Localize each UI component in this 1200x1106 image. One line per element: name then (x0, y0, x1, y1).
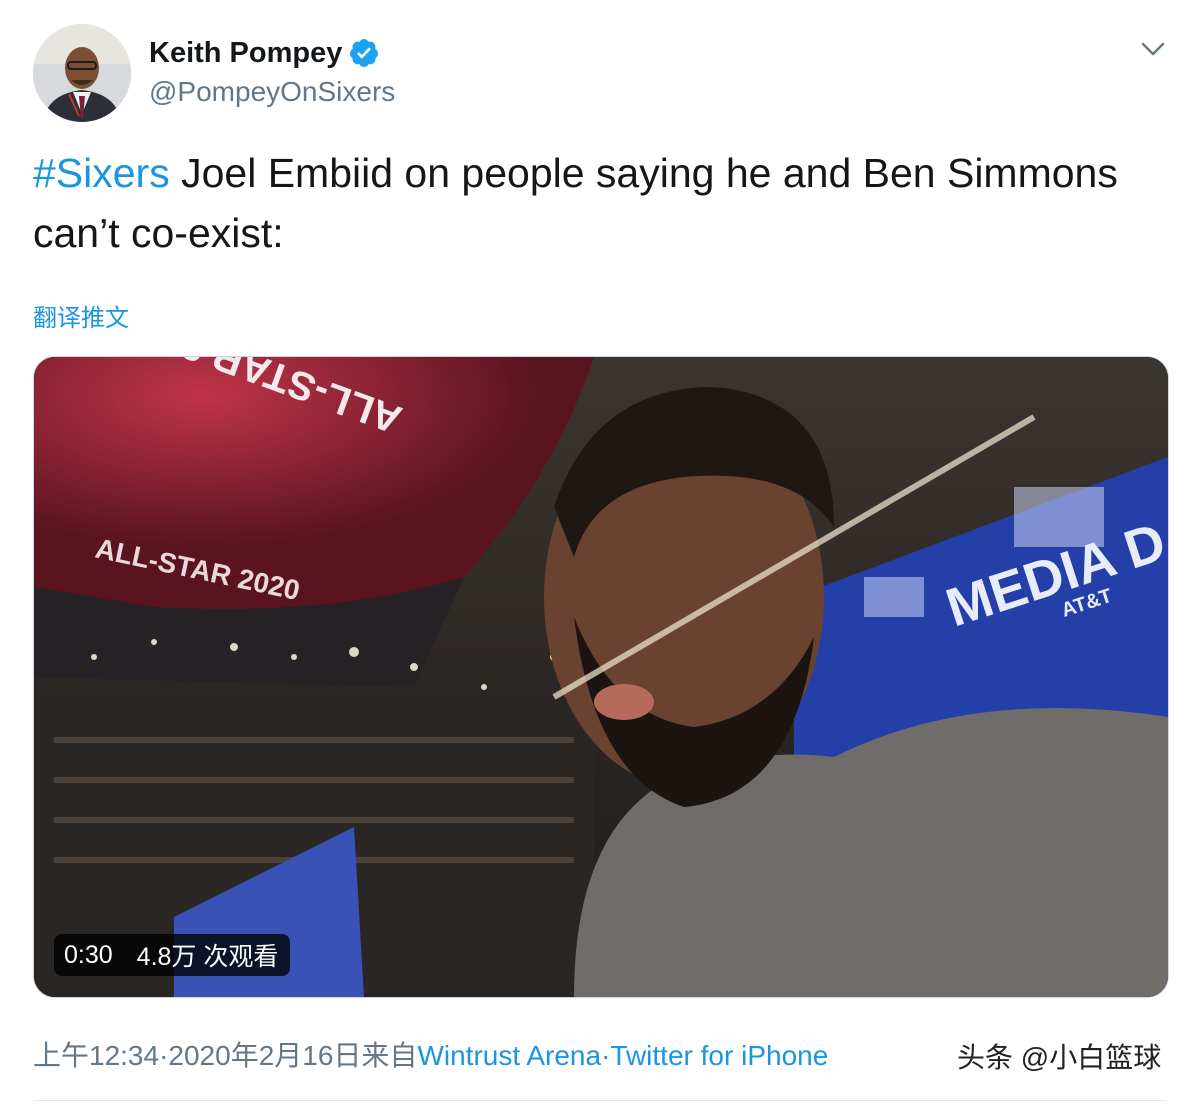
divider (33, 1100, 1167, 1101)
location-link[interactable]: Wintrust Arena (417, 1038, 601, 1074)
video-view-count: 4.8万 次观看 (136, 943, 279, 971)
video-info-badge: 0:30 4.8万 次观看 (54, 934, 291, 976)
verified-badge-icon (350, 39, 379, 67)
tweet-date[interactable]: 2020年2月16日 (168, 1038, 361, 1074)
video-player[interactable]: ALL-STAR 2020 ALL-STAR 2020 MEDIA DAY AT… (33, 356, 1169, 998)
meta-separator: · (159, 1040, 169, 1071)
author-handle[interactable]: @PompeyOnSixers (149, 75, 395, 109)
watermark: 头条 @小白篮球 (957, 1042, 1162, 1073)
meta-from: 来自 (361, 1040, 418, 1071)
tweet-metadata: 上午12:34 · 2020年2月16日 来自 Wintrust Arena ·… (33, 1038, 828, 1074)
chevron-down-icon (1141, 42, 1165, 56)
video-duration: 0:30 (64, 940, 113, 969)
translate-tweet-link[interactable]: 翻译推文 (33, 302, 129, 336)
avatar-image (33, 24, 131, 122)
video-thumbnail: ALL-STAR 2020 ALL-STAR 2020 MEDIA DAY AT… (34, 357, 1168, 997)
author-name-text: Keith Pompey (149, 37, 343, 69)
tweet-time[interactable]: 上午12:34 (33, 1038, 159, 1074)
source-link[interactable]: Twitter for iPhone (610, 1038, 828, 1074)
tweet-text: #Sixers Joel Embiid on people saying he … (33, 143, 1153, 263)
meta-separator: · (601, 1040, 611, 1071)
tweet-card: Keith Pompey @PompeyOnSixers #Sixers Joe… (0, 0, 1200, 1106)
author-name[interactable]: Keith Pompey (149, 36, 380, 70)
more-options-button[interactable] (1136, 32, 1170, 66)
avatar[interactable] (33, 24, 131, 122)
tweet-body: Joel Embiid on people saying he and Ben … (33, 150, 1118, 256)
hashtag-link[interactable]: #Sixers (33, 150, 170, 196)
